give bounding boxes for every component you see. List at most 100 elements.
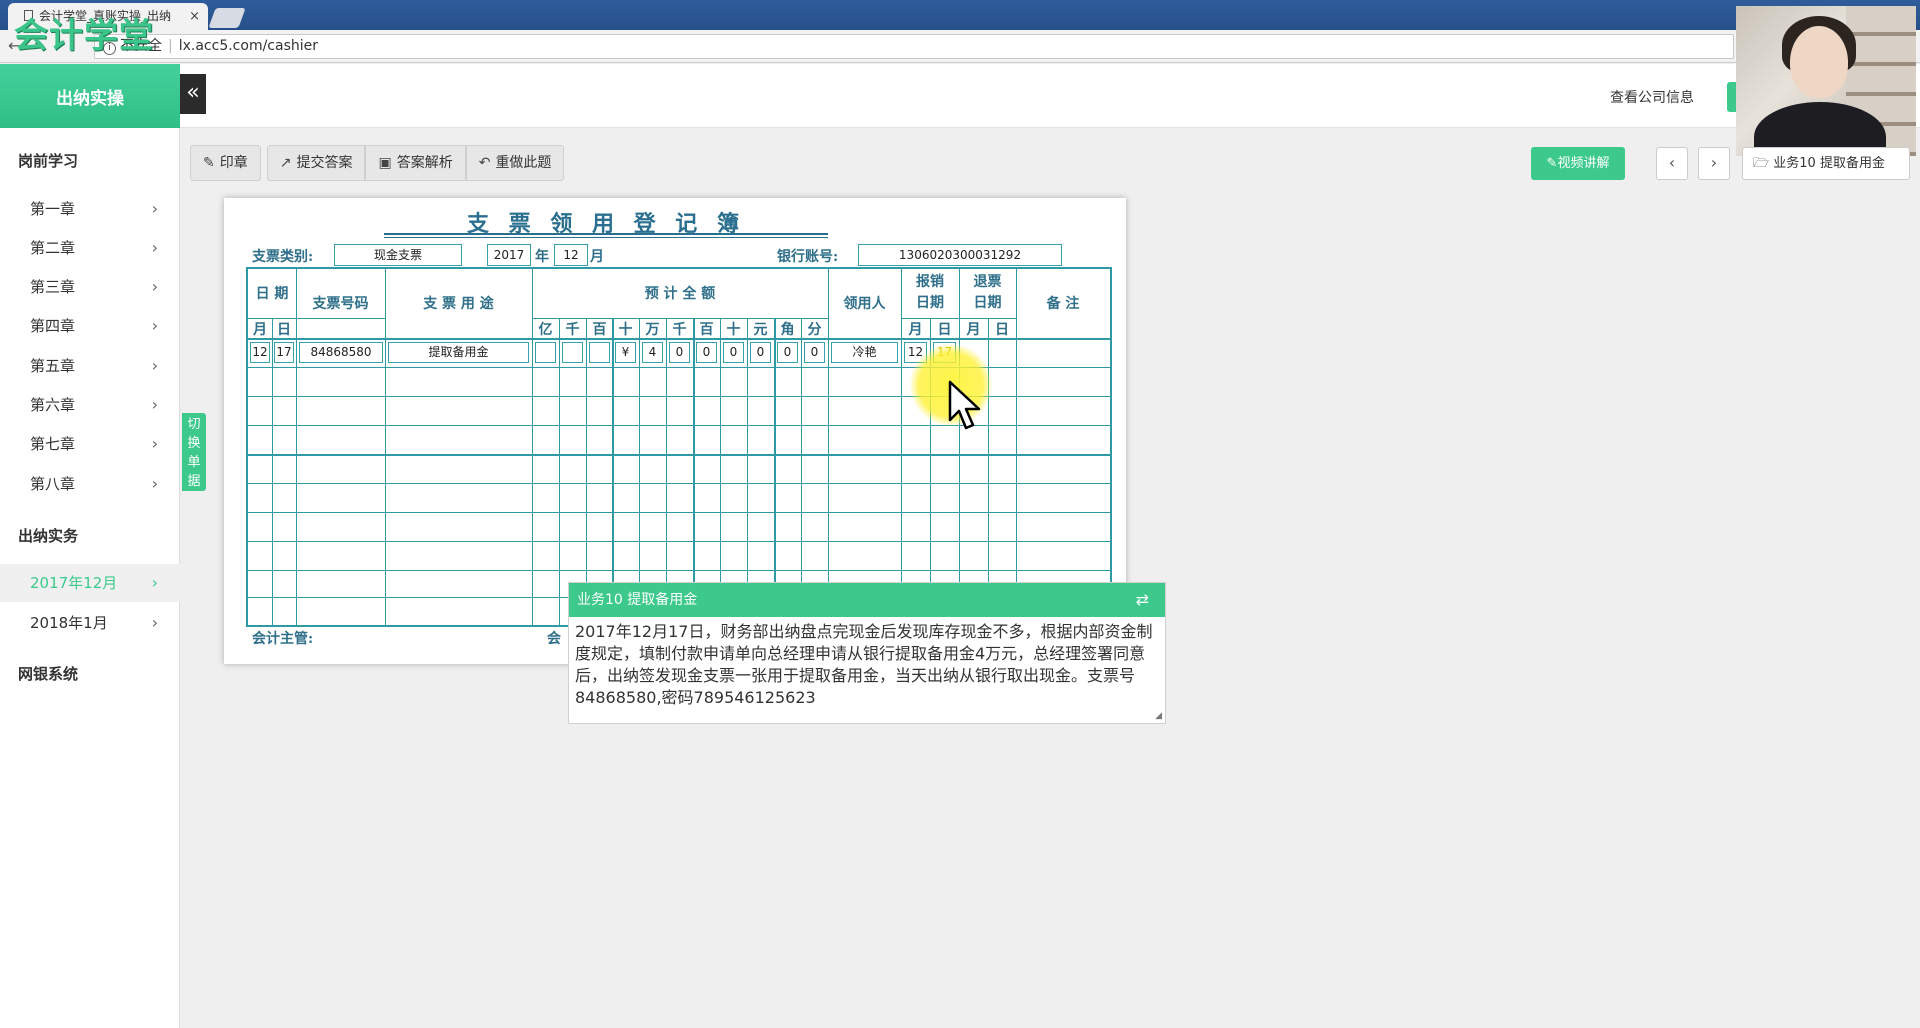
amount-digit-input[interactable]: 0 <box>750 342 771 363</box>
next-task-button[interactable]: › <box>1698 147 1730 180</box>
save-icon: ▣ <box>378 155 392 171</box>
sidebar-item-chapter-6[interactable]: 第六章 › <box>0 386 180 424</box>
sidebar-item-2018-01[interactable]: 2018年1月 › <box>0 604 180 642</box>
header-accent-button[interactable] <box>1727 82 1736 112</box>
sidebar-item-chapter-3[interactable]: 第三章 › <box>0 268 180 306</box>
chevron-right-icon: › <box>151 316 158 335</box>
chevron-right-icon: › <box>151 434 158 453</box>
answer-analysis-button[interactable]: ▣ 答案解析 <box>365 145 466 181</box>
header-return-month: 月 <box>966 322 981 338</box>
sidebar-item-chapter-4[interactable]: 第四章 › <box>0 307 180 345</box>
check-type-field[interactable]: 现金支票 <box>334 244 462 266</box>
grid-line <box>774 318 776 625</box>
header-receiver: 领用人 <box>843 296 886 312</box>
sidebar-item-label: 第一章 <box>30 200 76 218</box>
mouse-cursor-icon <box>948 380 981 430</box>
folder-icon: 🗁 <box>1753 156 1774 171</box>
grid-line <box>248 454 1110 456</box>
amount-digit-input[interactable] <box>535 342 556 363</box>
sidebar-item-chapter-7[interactable]: 第七章 › <box>0 425 180 463</box>
submit-answer-button[interactable]: ↗ 提交答案 <box>266 145 366 181</box>
sidebar-item-label: 2017年12月 <box>30 574 118 592</box>
amount-digit-input[interactable]: 0 <box>777 342 798 363</box>
year-field[interactable]: 2017 <box>487 244 531 266</box>
url-text: lx.acc5.com/cashier <box>178 38 318 54</box>
company-info-link[interactable]: 查看公司信息 <box>1610 87 1694 107</box>
webcam-overlay <box>1736 6 1916 156</box>
sidebar-item-chapter-8[interactable]: 第八章 › <box>0 465 180 503</box>
grid-line <box>272 318 273 625</box>
receiver-input[interactable]: 冷艳 <box>831 342 898 363</box>
bank-account-field[interactable]: 1306020300031292 <box>858 244 1062 266</box>
grid-line <box>248 570 1110 571</box>
header-date: 日 期 <box>255 286 289 302</box>
stamp-button[interactable]: ✎ 印章 <box>190 145 261 181</box>
sidebar: 岗前学习 第一章 › 第二章 › 第三章 › 第四章 › 第五章 › 第六章 › 第七章 › … <box>0 128 180 1028</box>
header-check-number: 支票号码 <box>312 296 369 312</box>
amount-digit-input[interactable]: ¥ <box>615 342 636 363</box>
header-digit: 元 <box>753 322 768 338</box>
amount-digit-input[interactable] <box>589 342 610 363</box>
external-link-icon: ↗ <box>279 155 292 171</box>
bank-account-label: 银行账号: <box>777 249 839 265</box>
header-reimburse-day: 日 <box>937 322 952 338</box>
collapse-sidebar-button[interactable]: « <box>180 74 206 114</box>
sidebar-item-chapter-5[interactable]: 第五章 › <box>0 347 180 385</box>
amount-digit-input[interactable]: 4 <box>642 342 663 363</box>
grid-line <box>801 318 802 625</box>
header-digit: 十 <box>618 322 633 338</box>
grid-line <box>828 269 829 625</box>
grid-line <box>559 318 560 625</box>
header-purpose: 支 票 用 途 <box>423 296 494 312</box>
close-icon[interactable]: × <box>189 3 200 30</box>
sidebar-section-online-banking[interactable]: 网银系统 <box>18 663 78 684</box>
check-type-label: 支票类别: <box>252 249 314 265</box>
month-field[interactable]: 12 <box>554 244 588 266</box>
swap-icon[interactable]: ⇄ <box>1136 583 1149 617</box>
purpose-input[interactable]: 提取备用金 <box>388 342 529 363</box>
resize-handle-icon[interactable]: ◢ <box>1155 711 1162 721</box>
header-month: 月 <box>253 322 267 338</box>
header-digit: 百 <box>592 322 607 338</box>
chevron-right-icon: › <box>151 613 158 632</box>
row-month-input[interactable]: 12 <box>250 342 270 363</box>
edit-icon: ✎ <box>203 155 215 171</box>
prev-task-button[interactable]: ‹ <box>1656 147 1688 180</box>
button-label: 业务10 提取备用金 <box>1773 156 1885 171</box>
header-digit: 千 <box>672 322 687 338</box>
task-panel-header: 业务10 提取备用金 ⇄ <box>569 583 1165 617</box>
redo-button[interactable]: ↶ 重做此题 <box>465 145 565 181</box>
header-digit: 亿 <box>538 322 553 338</box>
month-label: 月 <box>590 249 604 265</box>
url-field[interactable]: i 不安全 | lx.acc5.com/cashier <box>94 34 1734 59</box>
row-day-input[interactable]: 17 <box>274 342 294 363</box>
header-digit: 百 <box>699 322 714 338</box>
header-reimburse: 报销 <box>916 274 944 290</box>
sidebar-item-label: 第八章 <box>30 475 76 493</box>
chevron-right-icon: › <box>151 573 158 592</box>
sidebar-item-label: 第四章 <box>30 317 76 335</box>
header-digit: 十 <box>726 322 741 338</box>
sidebar-item-chapter-1[interactable]: 第一章 › <box>0 190 180 228</box>
header-digit: 分 <box>807 322 822 338</box>
chevron-right-icon: › <box>151 395 158 414</box>
grid-line <box>639 318 640 625</box>
check-number-input[interactable]: 84868580 <box>299 342 383 363</box>
video-explanation-button[interactable]: ✎视频讲解 <box>1531 147 1625 180</box>
sidebar-item-label: 第三章 <box>30 278 76 296</box>
amount-digit-input[interactable]: 0 <box>723 342 744 363</box>
button-label: 视频讲解 <box>1557 156 1610 171</box>
amount-digit-input[interactable]: 0 <box>669 342 690 363</box>
amount-digit-input[interactable]: 0 <box>804 342 825 363</box>
switch-document-tab[interactable]: 切换单据 <box>182 413 206 491</box>
amount-digit-input[interactable]: 0 <box>696 342 717 363</box>
sidebar-section-cashier-practice: 出纳实务 <box>18 527 79 545</box>
task-selector-button[interactable]: 🗁 业务10 提取备用金 <box>1742 147 1910 180</box>
sidebar-item-2017-12[interactable]: 2017年12月 › <box>0 564 180 602</box>
chevron-right-icon: › <box>151 277 158 296</box>
sidebar-item-label: 2018年1月 <box>30 614 108 632</box>
amount-digit-input[interactable] <box>562 342 583 363</box>
sidebar-item-label: 第七章 <box>30 435 76 453</box>
sidebar-item-chapter-2[interactable]: 第二章 › <box>0 229 180 267</box>
presenter-face <box>1790 26 1848 98</box>
